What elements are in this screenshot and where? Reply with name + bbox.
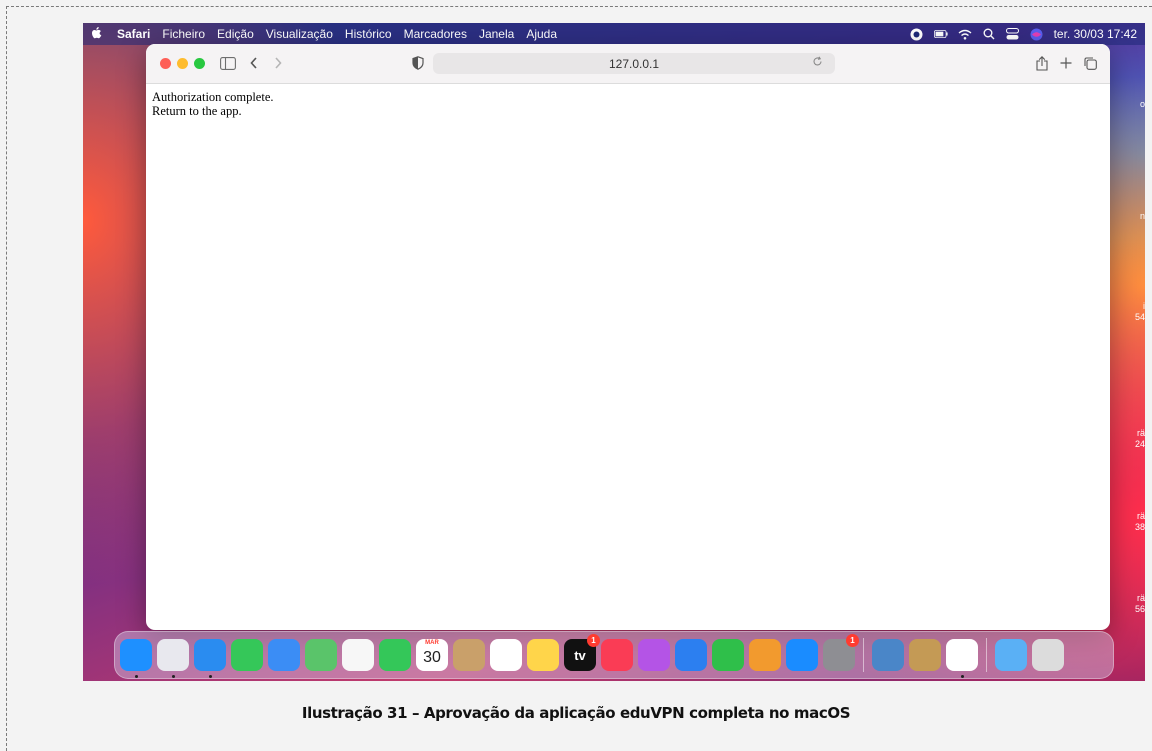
pages-icon[interactable] <box>749 639 781 671</box>
minimize-button[interactable] <box>177 58 188 69</box>
menu-view[interactable]: Visualização <box>260 27 339 41</box>
mail-icon[interactable] <box>268 639 300 671</box>
widget-edge-text: o <box>1139 99 1145 109</box>
facetime-icon[interactable] <box>379 639 411 671</box>
widget-edge-text: i 54 <box>1134 301 1145 322</box>
calendar-month-label: MAR <box>425 640 439 646</box>
widget-edge-text: rä 24 <box>1134 428 1145 449</box>
menu-file[interactable]: Ficheiro <box>156 27 211 41</box>
control-center-icon[interactable] <box>1006 28 1020 40</box>
safari-icon[interactable] <box>194 639 226 678</box>
back-button[interactable] <box>244 53 264 73</box>
downloads-folder-icon[interactable] <box>995 639 1027 671</box>
menu-clock[interactable]: ter. 30/03 17:42 <box>1054 27 1137 41</box>
dock-separator <box>986 638 987 672</box>
maps-icon[interactable] <box>305 639 337 671</box>
menu-help[interactable]: Ajuda <box>520 27 563 41</box>
url-text: 127.0.0.1 <box>608 56 660 71</box>
page-text-line: Return to the app. <box>152 104 242 118</box>
siri-icon[interactable] <box>1030 28 1044 40</box>
keynote-icon[interactable] <box>675 639 707 671</box>
apple-tv-icon[interactable]: tv 1 <box>564 634 600 671</box>
battery-icon[interactable] <box>933 28 948 40</box>
widget-edge-text: n <box>1139 211 1145 221</box>
preview-icon[interactable] <box>872 639 904 671</box>
safari-window: 127.0.0.1 Authorization complete. Return… <box>146 44 1110 630</box>
privacy-shield-icon[interactable] <box>408 53 428 73</box>
music-icon[interactable] <box>601 639 633 671</box>
apple-menu-icon[interactable] <box>83 26 111 43</box>
menu-window[interactable]: Janela <box>473 27 520 41</box>
contacts-icon[interactable] <box>453 639 485 671</box>
close-button[interactable] <box>160 58 171 69</box>
share-icon[interactable] <box>1032 53 1052 73</box>
menu-app-name[interactable]: Safari <box>111 27 156 41</box>
podcasts-icon[interactable] <box>638 639 670 671</box>
calendar-day-label: 30 <box>423 649 441 666</box>
forward-button[interactable] <box>268 53 288 73</box>
eduvpn-app-icon[interactable] <box>946 639 978 678</box>
launchpad-icon[interactable] <box>157 639 189 678</box>
menu-bar: Safari Ficheiro Edição Visualização Hist… <box>83 23 1145 45</box>
app-glyph-label: tv <box>574 647 586 663</box>
new-tab-icon[interactable] <box>1056 53 1076 73</box>
app-store-icon[interactable] <box>786 639 818 671</box>
menu-extras: ter. 30/03 17:42 <box>910 23 1137 45</box>
macos-desktop: Safari Ficheiro Edição Visualização Hist… <box>83 23 1145 681</box>
address-bar[interactable]: 127.0.0.1 <box>433 53 835 74</box>
menu-bookmarks[interactable]: Marcadores <box>398 27 473 41</box>
running-indicator <box>209 675 212 678</box>
running-indicator <box>172 675 175 678</box>
dock: MAR 30 tv 1 1 <box>114 631 1114 679</box>
web-page-content: Authorization complete. Return to the ap… <box>146 84 1110 124</box>
window-controls <box>160 58 205 69</box>
tab-overview-icon[interactable] <box>1080 53 1100 73</box>
messages-icon[interactable] <box>231 639 263 671</box>
search-icon[interactable] <box>982 28 996 40</box>
zoom-button[interactable] <box>194 58 205 69</box>
eduvpn-icon[interactable] <box>910 28 924 40</box>
notification-badge: 1 <box>587 634 600 647</box>
archive-utility-icon[interactable] <box>909 639 941 671</box>
widget-edge-text: rä 56 <box>1134 593 1145 614</box>
running-indicator <box>961 675 964 678</box>
sidebar-toggle-icon[interactable] <box>218 53 238 73</box>
menu-history[interactable]: Histórico <box>339 27 398 41</box>
reminders-icon[interactable] <box>490 639 522 671</box>
notification-badge: 1 <box>846 634 859 647</box>
safari-toolbar: 127.0.0.1 <box>146 44 1110 84</box>
notes-icon[interactable] <box>527 639 559 671</box>
figure-caption: Ilustração 31 – Aprovação da aplicação e… <box>301 704 851 722</box>
dock-separator <box>863 638 864 672</box>
page-text-line: Authorization complete. <box>152 90 274 104</box>
finder-icon[interactable] <box>120 639 152 678</box>
system-preferences-icon[interactable]: 1 <box>823 634 859 671</box>
menu-edit[interactable]: Edição <box>211 27 260 41</box>
running-indicator <box>135 675 138 678</box>
wifi-icon[interactable] <box>958 28 972 40</box>
reload-icon[interactable] <box>812 56 823 70</box>
widget-edge-text: rä 38 <box>1134 511 1145 532</box>
photos-icon[interactable] <box>342 639 374 671</box>
calendar-icon[interactable]: MAR 30 <box>416 639 448 671</box>
numbers-icon[interactable] <box>712 639 744 671</box>
trash-icon[interactable] <box>1032 639 1064 671</box>
